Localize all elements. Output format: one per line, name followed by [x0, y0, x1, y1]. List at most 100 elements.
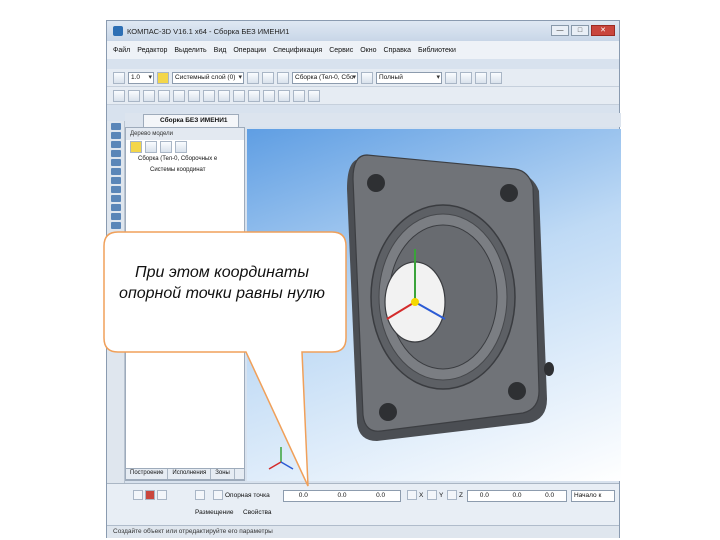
- model-viewport[interactable]: [247, 129, 621, 481]
- minimize-button[interactable]: —: [551, 25, 569, 36]
- panel-tool-icon[interactable]: [111, 141, 121, 148]
- orientation-icon[interactable]: [490, 71, 502, 84]
- help-icon[interactable]: [308, 89, 320, 102]
- tree-view-icon[interactable]: [145, 141, 157, 153]
- panel-tool-icon[interactable]: [111, 195, 121, 202]
- panel-tool-icon[interactable]: [111, 123, 121, 130]
- variables-icon[interactable]: [293, 89, 305, 102]
- panel-tool-icon[interactable]: [111, 222, 121, 229]
- point-y-value: 0.0: [337, 492, 347, 499]
- axis-y-label: Y: [439, 492, 444, 499]
- undo-icon[interactable]: [248, 89, 260, 102]
- bolt-hole-top-left: [367, 174, 385, 192]
- preview-icon[interactable]: [173, 89, 185, 102]
- panel-options-icon[interactable]: [157, 490, 167, 500]
- display-mode-combo[interactable]: Полный: [376, 71, 442, 84]
- libraries-icon[interactable]: [278, 89, 290, 102]
- list-icon[interactable]: [361, 71, 373, 84]
- bolt-hole-bottom-left: [379, 403, 397, 421]
- axis-z-label: Z: [459, 492, 463, 499]
- panel-tool-icon[interactable]: [111, 204, 121, 211]
- new-file-icon[interactable]: [113, 89, 125, 102]
- menu-help[interactable]: Справка: [384, 47, 411, 54]
- paste-icon[interactable]: [218, 89, 230, 102]
- panel-tool-icon[interactable]: [111, 186, 121, 193]
- rotate-icon[interactable]: [475, 71, 487, 84]
- tree-tabs: Построение Исполнения Зоны: [125, 468, 245, 480]
- copy-icon[interactable]: [203, 89, 215, 102]
- tree-select-icon[interactable]: [130, 141, 142, 153]
- mode-icon[interactable]: [195, 490, 205, 500]
- point-z-value: 0.0: [376, 492, 386, 499]
- panel-tool-icon[interactable]: [111, 159, 121, 166]
- style-icon[interactable]: [262, 71, 274, 84]
- document-tab[interactable]: Сборка БЕЗ ИМЕНИ1: [143, 114, 239, 127]
- tree-item-coordinate-systems[interactable]: Системы координат: [126, 165, 244, 176]
- menu-libraries[interactable]: Библиотеки: [418, 47, 456, 54]
- tree-item-label: Сборка (Тел-0, Сборочных е: [138, 156, 218, 162]
- triad-y-axis: [280, 461, 294, 470]
- menu-select[interactable]: Выделить: [174, 47, 206, 54]
- menu-service[interactable]: Сервис: [329, 47, 353, 54]
- save-icon[interactable]: [143, 89, 155, 102]
- status-bar: Создайте объект или отредактируйте его п…: [107, 525, 619, 538]
- axis-values-field[interactable]: 0.0 0.0 0.0: [467, 490, 567, 502]
- origin-marker: [411, 298, 419, 306]
- callout-text: При этом координаты опорной точки равны …: [119, 264, 325, 302]
- panel-tool-icon[interactable]: [111, 177, 121, 184]
- model-tree-header: Дерево модели: [126, 128, 244, 140]
- tab-build[interactable]: Построение: [126, 469, 169, 479]
- filter-combo[interactable]: Сборка (Тел-0, Сбо: [292, 71, 358, 84]
- axis-x-toggle-icon[interactable]: [407, 490, 417, 500]
- axis-x-label: X: [419, 492, 424, 499]
- zoom-in-icon[interactable]: [445, 71, 457, 84]
- menu-view[interactable]: Вид: [214, 47, 227, 54]
- origin-combo[interactable]: Начало к: [571, 490, 615, 502]
- redo-icon[interactable]: [263, 89, 275, 102]
- tree-sort-icon[interactable]: [160, 141, 172, 153]
- tab-zones[interactable]: Зоны: [211, 469, 235, 479]
- point-toggle-icon[interactable]: [213, 490, 223, 500]
- scale-combo[interactable]: 1.0: [128, 71, 154, 84]
- stop-icon[interactable]: [145, 490, 155, 500]
- compact-panel: [107, 121, 125, 521]
- tab-placement[interactable]: Размещение: [195, 509, 233, 516]
- tab-properties[interactable]: Свойства: [243, 509, 272, 516]
- cut-icon[interactable]: [188, 89, 200, 102]
- tree-toolbar: [126, 140, 244, 154]
- maximize-button[interactable]: □: [571, 25, 589, 36]
- standard-toolbar: [107, 87, 619, 105]
- menu-specification[interactable]: Спецификация: [273, 47, 322, 54]
- axis-y-toggle-icon[interactable]: [427, 490, 437, 500]
- zoom-window-icon[interactable]: [460, 71, 472, 84]
- open-file-icon[interactable]: [128, 89, 140, 102]
- panel-pin-icon[interactable]: [133, 490, 143, 500]
- print-icon[interactable]: [158, 89, 170, 102]
- tree-filter-icon[interactable]: [175, 141, 187, 153]
- properties-icon[interactable]: [233, 89, 245, 102]
- properties-panel: Опорная точка 0.0 0.0 0.0 X Y Z 0.0 0.0 …: [107, 483, 619, 525]
- axis-z-toggle-icon[interactable]: [447, 490, 457, 500]
- menu-edit[interactable]: Редактор: [137, 47, 167, 54]
- tree-item-assembly[interactable]: Сборка (Тел-0, Сборочных е: [126, 154, 244, 165]
- menu-operations[interactable]: Операции: [233, 47, 266, 54]
- current-state-toolbar: 1.0 Системный слой (0) Сборка (Тел-0, Сб…: [107, 69, 619, 87]
- panel-tool-icon[interactable]: [111, 213, 121, 220]
- panel-tool-icon[interactable]: [111, 132, 121, 139]
- panel-tool-icon[interactable]: [111, 150, 121, 157]
- bolt-hole-bottom-right: [508, 382, 526, 400]
- tab-versions[interactable]: Исполнения: [168, 469, 212, 479]
- snap-icon[interactable]: [157, 71, 169, 84]
- document-tab-bar: Сборка БЕЗ ИМЕНИ1: [125, 113, 621, 127]
- menu-window[interactable]: Окно: [360, 47, 376, 54]
- point-coordinates-field[interactable]: 0.0 0.0 0.0: [283, 490, 401, 502]
- filter-icon[interactable]: [277, 71, 289, 84]
- layers-icon[interactable]: [247, 71, 259, 84]
- grid-snap-icon[interactable]: [113, 71, 125, 84]
- panel-tool-icon[interactable]: [111, 168, 121, 175]
- layer-combo[interactable]: Системный слой (0): [172, 71, 244, 84]
- axis-y-value: 0.0: [512, 492, 522, 499]
- close-button[interactable]: ✕: [591, 25, 615, 36]
- axis-x-value: 0.0: [479, 492, 489, 499]
- menu-file[interactable]: Файл: [113, 47, 130, 54]
